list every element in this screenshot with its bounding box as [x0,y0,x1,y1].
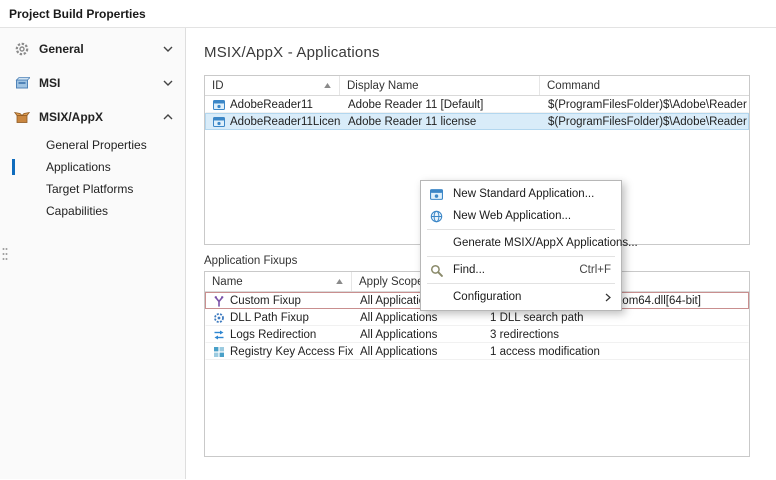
chevron-down-icon [163,46,173,52]
sort-ascending-icon [335,278,344,286]
sidebar-section-general[interactable]: General [0,32,185,66]
table-row-logs-redirection[interactable]: Logs Redirection All Applications 3 redi… [205,326,749,343]
menu-item-new-web-application[interactable]: New Web Application... [421,205,621,227]
gear-icon [14,41,30,57]
drag-handle-icon[interactable] [1,246,9,262]
sidebar-item-label: Target Platforms [46,182,133,196]
menu-separator [427,283,615,284]
column-header-id[interactable]: ID [205,76,340,95]
sidebar-item-target-platforms[interactable]: Target Platforms [0,178,185,200]
menu-item-generate-msix-appx-applications[interactable]: Generate MSIX/AppX Applications... [421,232,621,254]
sidebar-section-label: MSI [39,76,154,90]
table-row-adobereader11license[interactable]: AdobeReader11License Adobe Reader 11 lic… [205,113,749,130]
msi-package-icon [14,75,30,91]
window-title: Project Build Properties [9,7,146,21]
new-standard-app-icon [426,188,446,201]
project-build-properties-window: Project Build Properties General MSI [0,0,776,480]
context-menu: New Standard Application... New Web Appl… [420,180,622,311]
menu-shortcut: Ctrl+F [579,264,611,276]
sort-ascending-icon [323,82,332,90]
chevron-up-icon [163,114,173,120]
search-icon [426,264,446,277]
sidebar-section-label: MSIX/AppX [39,110,154,124]
page-title: MSIX/AppX - Applications [204,44,750,61]
sidebar-item-general-properties[interactable]: General Properties [0,134,185,156]
redirect-arrows-icon [213,329,225,341]
globe-icon [426,210,446,223]
column-header-name[interactable]: Name [205,272,352,291]
table-row-adobereader11[interactable]: AdobeReader11 Adobe Reader 11 [Default] … [205,96,749,113]
sidebar-item-applications[interactable]: Applications [0,156,185,178]
table-row-dll-path-fixup[interactable]: DLL Path Fixup All Applications 1 DLL se… [205,309,749,326]
chevron-down-icon [163,80,173,86]
menu-item-configuration[interactable]: Configuration [421,286,621,308]
sidebar-item-label: Capabilities [46,204,108,218]
window-title-bar: Project Build Properties [0,0,776,28]
custom-fixup-icon [213,295,225,307]
menu-separator [427,256,615,257]
sidebar-section-msi[interactable]: MSI [0,66,185,100]
fixups-table-empty-area[interactable] [205,360,749,456]
open-box-icon [14,109,30,125]
menu-separator [427,229,615,230]
app-icon [213,99,225,111]
sidebar-section-label: General [39,42,154,56]
menu-item-new-standard-application[interactable]: New Standard Application... [421,183,621,205]
sidebar-item-capabilities[interactable]: Capabilities [0,200,185,222]
sidebar-item-label: General Properties [46,138,147,152]
gear-icon [213,312,225,324]
menu-item-find[interactable]: Find... Ctrl+F [421,259,621,281]
sidebar-section-msix-appx[interactable]: MSIX/AppX [0,100,185,134]
sidebar: General MSI MSIX/AppX [0,28,186,479]
column-header-display-name[interactable]: Display Name [340,76,540,95]
applications-table-header: ID Display Name Command [205,76,749,96]
app-icon [213,116,225,128]
registry-grid-icon [213,346,225,358]
submenu-arrow-icon [605,293,611,302]
sidebar-item-label: Applications [46,160,111,174]
table-row-registry-key-access-fixup[interactable]: Registry Key Access Fixup All Applicatio… [205,343,749,360]
column-header-command[interactable]: Command [540,76,749,95]
